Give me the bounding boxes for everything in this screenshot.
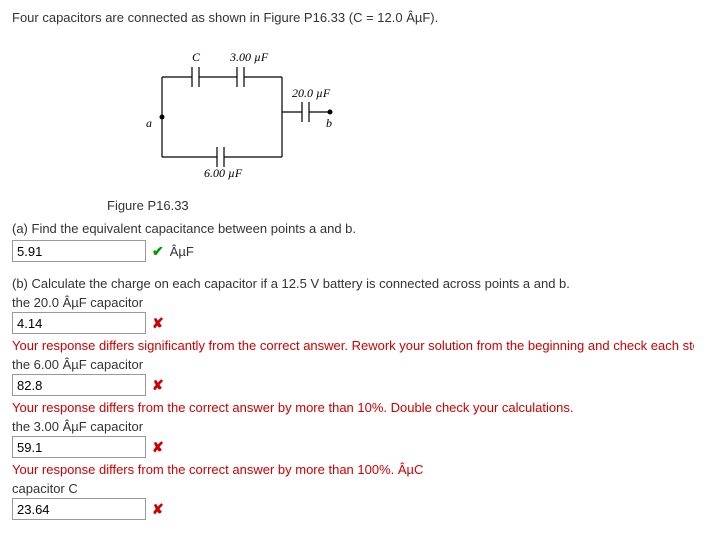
b4-input[interactable]	[12, 498, 146, 520]
part-a-answer-row: ✔ ÂµF	[12, 240, 694, 262]
part-a-prompt: (a) Find the equivalent capacitance betw…	[12, 221, 694, 236]
b1-row: ✘	[12, 312, 694, 334]
figure-caption: Figure P16.33	[107, 198, 694, 213]
part-a-input[interactable]	[12, 240, 146, 262]
b2-label: the 6.00 ÂµF capacitor	[12, 357, 694, 372]
b3-input[interactable]	[12, 436, 146, 458]
check-icon: ✔	[152, 243, 164, 260]
b1-label: the 20.0 ÂµF capacitor	[12, 295, 694, 310]
b4-label: capacitor C	[12, 481, 694, 496]
node-a: a	[146, 116, 152, 130]
b1-feedback: Your response differs significantly from…	[12, 338, 694, 353]
b3-feedback: Your response differs from the correct a…	[12, 462, 694, 477]
b2-feedback: Your response differs from the correct a…	[12, 400, 694, 415]
label-6uf: 6.00 µF	[204, 166, 243, 180]
label-20uf: 20.0 µF	[292, 86, 331, 100]
part-a-unit: ÂµF	[170, 244, 194, 259]
b1-input[interactable]	[12, 312, 146, 334]
b3-row: ✘	[12, 436, 694, 458]
label-3uf: 3.00 µF	[229, 50, 269, 64]
circuit-figure: C 3.00 µF 20.0 µF 6.00 µF a b	[132, 37, 694, 190]
part-b-prompt: (b) Calculate the charge on each capacit…	[12, 276, 694, 291]
x-icon: ✘	[152, 439, 164, 456]
b4-row: ✘	[12, 498, 694, 520]
problem-statement: Four capacitors are connected as shown i…	[12, 10, 694, 25]
b3-label: the 3.00 ÂµF capacitor	[12, 419, 694, 434]
b2-input[interactable]	[12, 374, 146, 396]
b2-row: ✘	[12, 374, 694, 396]
x-icon: ✘	[152, 377, 164, 394]
x-icon: ✘	[152, 501, 164, 518]
node-b: b	[326, 116, 332, 130]
label-c: C	[192, 50, 201, 64]
x-icon: ✘	[152, 315, 164, 332]
